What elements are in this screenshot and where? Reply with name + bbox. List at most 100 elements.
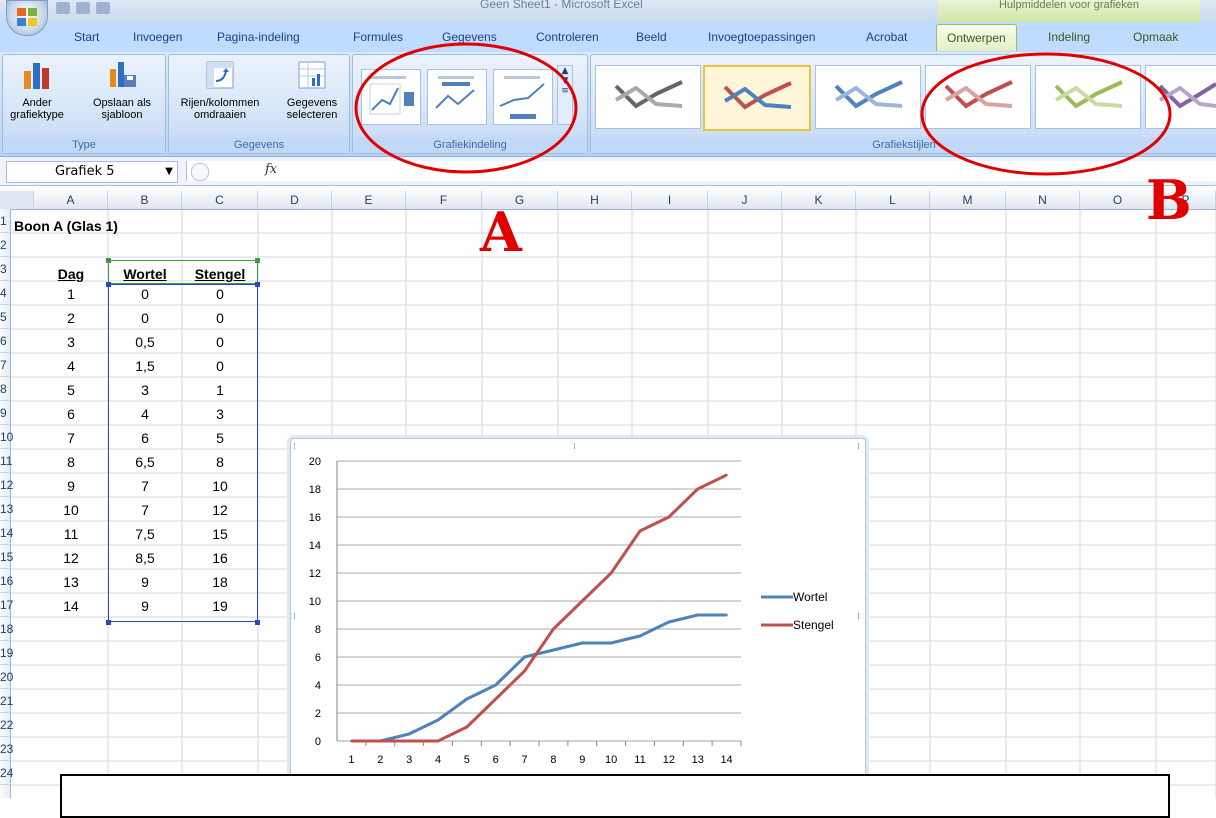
row-header-4[interactable]: 4 <box>0 281 10 305</box>
row-header-16[interactable]: 16 <box>0 569 13 593</box>
selection-header-range[interactable] <box>108 260 258 284</box>
chart-layout-3[interactable] <box>493 69 553 125</box>
selection-handle[interactable] <box>106 258 111 263</box>
tab-invoegen[interactable]: Invoegen <box>133 30 182 44</box>
column-header-l[interactable]: L <box>856 191 930 209</box>
cell-dag[interactable]: 8 <box>34 449 108 473</box>
select-all-corner[interactable] <box>0 191 34 209</box>
series-line-wortel[interactable] <box>351 613 727 743</box>
selection-handle[interactable] <box>106 620 111 625</box>
column-header-f[interactable]: F <box>406 191 482 209</box>
selection-handle[interactable] <box>106 282 111 287</box>
row-header-3[interactable]: 3 <box>0 257 10 281</box>
chart-layout-2[interactable] <box>427 69 487 125</box>
cell-dag[interactable]: 6 <box>34 401 108 425</box>
formula-input[interactable]: fx <box>186 161 1216 181</box>
cell-dag[interactable]: 13 <box>34 569 108 593</box>
column-header-j[interactable]: J <box>708 191 782 209</box>
chart-layout-1[interactable] <box>361 69 421 125</box>
line-chart[interactable]: 0 2 4 6 8 10 12 14 16 18 20 1 2 3 4 5 6 7 8 9 10 11 12 13 14 Wort… <box>290 438 866 788</box>
tab-invoegtoepassingen[interactable]: Invoegtoepassingen <box>708 30 815 44</box>
chart-resize-handle[interactable]: ⁞ <box>573 442 576 452</box>
row-header-18[interactable]: 18 <box>0 617 13 641</box>
tab-pagina-indeling[interactable]: Pagina-indeling <box>217 30 300 44</box>
column-header-b[interactable]: B <box>108 191 182 209</box>
name-box[interactable]: Grafiek 5 ▼ <box>6 161 178 183</box>
row-header-19[interactable]: 19 <box>0 641 13 665</box>
row-header-8[interactable]: 8 <box>0 377 10 401</box>
row-header-11[interactable]: 11 <box>0 449 12 473</box>
row-header-1[interactable]: 1 <box>0 209 10 233</box>
row-header-7[interactable]: 7 <box>0 353 10 377</box>
row-header-10[interactable]: 10 <box>0 425 13 449</box>
chart-resize-handle[interactable]: ⁞ <box>293 442 296 452</box>
row-header-6[interactable]: 6 <box>0 329 10 353</box>
selection-handle[interactable] <box>255 258 260 263</box>
tab-opmaak[interactable]: Opmaak <box>1133 30 1178 44</box>
tab-acrobat[interactable]: Acrobat <box>866 30 907 44</box>
column-header-i[interactable]: I <box>632 191 708 209</box>
chart-resize-handle[interactable]: ⁞ <box>857 612 860 622</box>
row-header-23[interactable]: 23 <box>0 737 13 761</box>
selection-handle[interactable] <box>255 282 260 287</box>
cell-dag[interactable]: 1 <box>34 281 108 305</box>
column-header-o[interactable]: O <box>1080 191 1156 209</box>
switch-row-column-button[interactable]: Rijen/kolommen omdraaien <box>173 59 267 121</box>
selection-data-range[interactable] <box>108 284 258 622</box>
layout-gallery-scroll[interactable]: ▲ ▼ ≡ <box>557 65 573 125</box>
cell-dag[interactable]: 9 <box>34 473 108 497</box>
row-header-9[interactable]: 9 <box>0 401 10 425</box>
cell-dag[interactable]: 14 <box>34 593 108 617</box>
chart-style-2-selected[interactable] <box>703 65 811 131</box>
cell-dag[interactable]: 4 <box>34 353 108 377</box>
chart-style-5[interactable] <box>1035 65 1141 129</box>
column-header-d[interactable]: D <box>258 191 332 209</box>
column-header-h[interactable]: H <box>558 191 632 209</box>
tab-controleren[interactable]: Controleren <box>536 30 599 44</box>
row-header-12[interactable]: 12 <box>0 473 13 497</box>
series-line-stengel[interactable] <box>351 473 728 743</box>
row-header-22[interactable]: 22 <box>0 713 13 737</box>
cell-dag[interactable]: 5 <box>34 377 108 401</box>
row-header-13[interactable]: 13 <box>0 497 13 521</box>
cell-dag[interactable]: 2 <box>34 305 108 329</box>
sheet-title-cell[interactable]: Boon A (Glas 1) <box>14 213 118 237</box>
row-header-21[interactable]: 21 <box>0 689 13 713</box>
row-header-24[interactable]: 24 <box>0 761 13 785</box>
selection-handle[interactable] <box>255 620 260 625</box>
row-header-17[interactable]: 17 <box>0 593 13 617</box>
tab-ontwerpen[interactable]: Ontwerpen <box>936 24 1017 51</box>
chart-resize-handle[interactable]: ⁞ <box>857 442 860 452</box>
cell-dag[interactable]: 3 <box>34 329 108 353</box>
tab-gegevens[interactable]: Gegevens <box>442 30 497 44</box>
tab-formules[interactable]: Formules <box>353 30 403 44</box>
cell-dag[interactable]: 12 <box>34 545 108 569</box>
chart-resize-handle[interactable]: ⁞ <box>293 612 296 622</box>
row-header-15[interactable]: 15 <box>0 545 13 569</box>
chart-style-4[interactable] <box>925 65 1031 129</box>
tab-indeling[interactable]: Indeling <box>1048 30 1090 44</box>
cell-dag[interactable]: 11 <box>34 521 108 545</box>
quick-access-toolbar[interactable] <box>56 2 196 18</box>
change-chart-type-button[interactable]: Ander grafiektype <box>9 59 65 121</box>
tab-start[interactable]: Start <box>74 30 99 44</box>
column-header-e[interactable]: E <box>332 191 406 209</box>
select-data-button[interactable]: Gegevens selecteren <box>277 59 347 121</box>
tab-beeld[interactable]: Beeld <box>636 30 667 44</box>
chart-style-1[interactable] <box>595 65 701 129</box>
insert-function-icon[interactable]: fx <box>265 162 277 177</box>
column-header-k[interactable]: K <box>782 191 856 209</box>
chart-style-3[interactable] <box>815 65 921 129</box>
cell-dag[interactable]: 7 <box>34 425 108 449</box>
chart-style-6[interactable] <box>1145 65 1216 129</box>
save-as-template-button[interactable]: Opslaan als sjabloon <box>81 59 163 121</box>
row-header-5[interactable]: 5 <box>0 305 10 329</box>
column-header-a[interactable]: A <box>34 191 108 209</box>
column-header-c[interactable]: C <box>182 191 258 209</box>
cell-dag[interactable]: 10 <box>34 497 108 521</box>
name-box-dropdown-icon[interactable]: ▼ <box>165 162 173 182</box>
row-header-14[interactable]: 14 <box>0 521 13 545</box>
column-header-m[interactable]: M <box>930 191 1006 209</box>
row-header-20[interactable]: 20 <box>0 665 13 689</box>
column-header-n[interactable]: N <box>1006 191 1080 209</box>
